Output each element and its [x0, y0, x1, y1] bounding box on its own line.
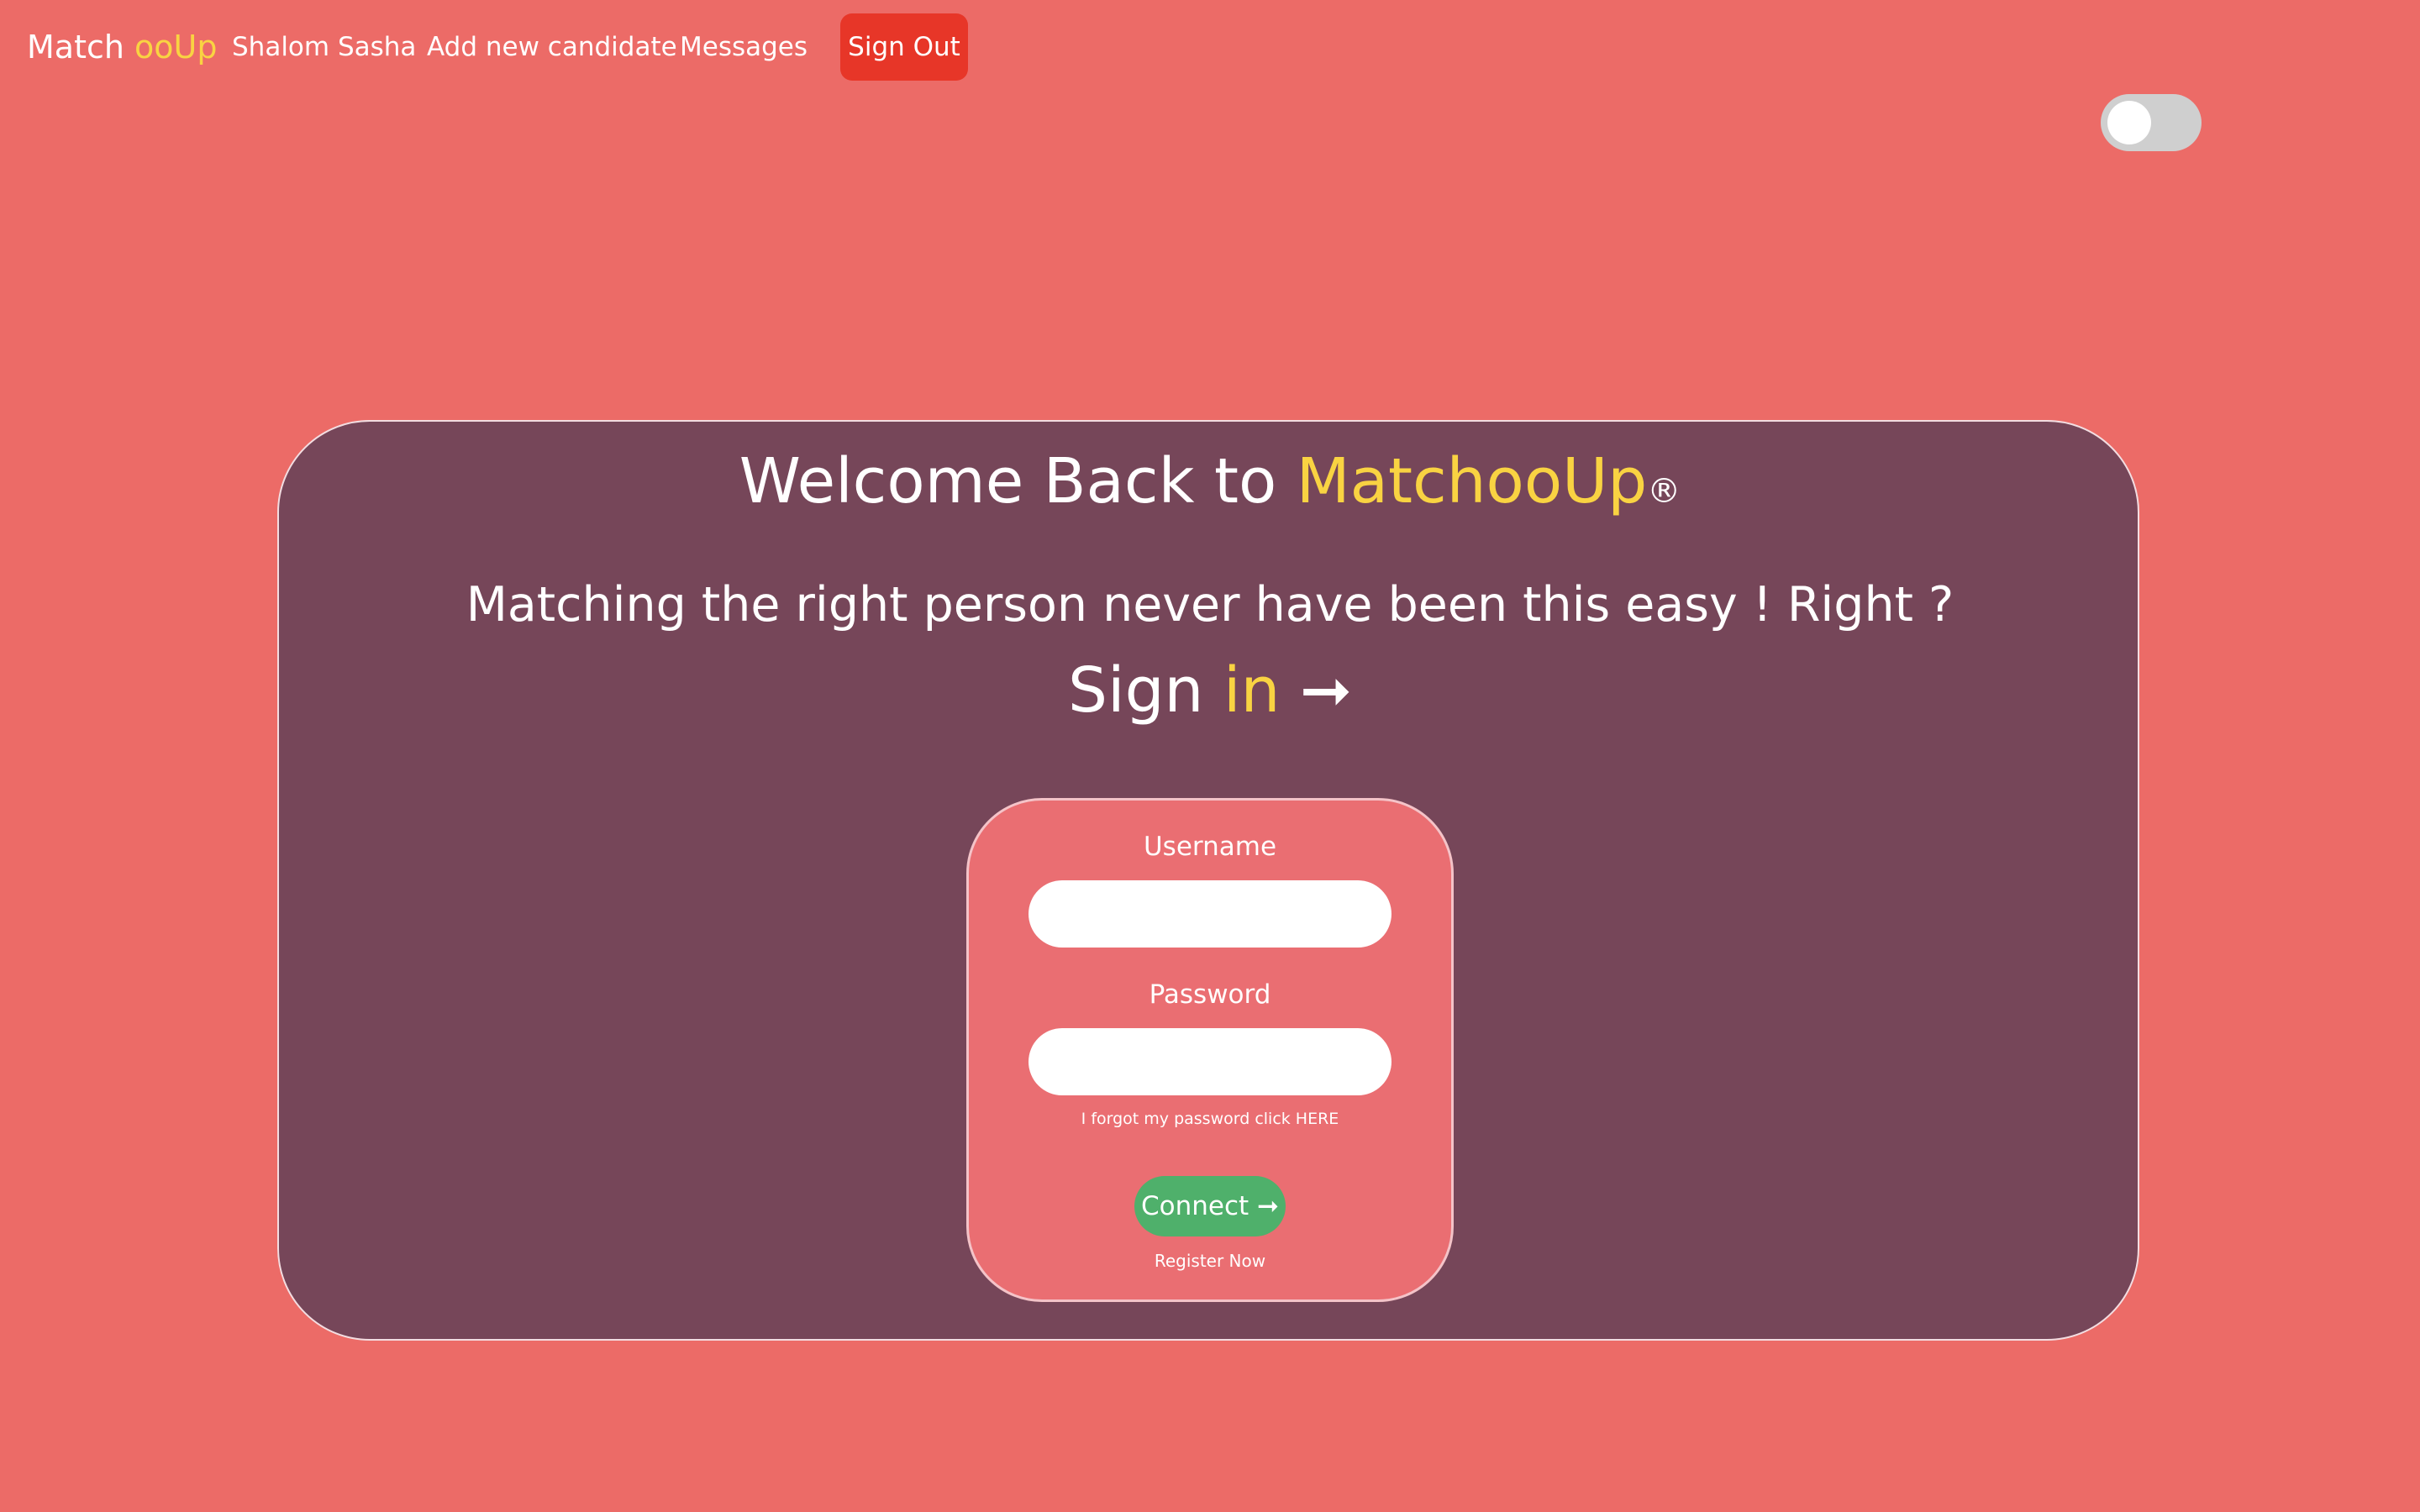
password-label: Password: [1149, 979, 1271, 1010]
forgot-password-link[interactable]: I forgot my password click HERE: [966, 1104, 1454, 1134]
arrow-right-icon: ➞: [1280, 654, 1352, 727]
connect-button[interactable]: Connect ➞: [1134, 1176, 1286, 1236]
brand-prefix: Match: [27, 29, 135, 66]
brand-logo[interactable]: Match ooUp: [27, 25, 217, 69]
nav-link-profile[interactable]: Shalom Sasha: [232, 25, 416, 69]
theme-toggle-switch[interactable]: [2101, 94, 2202, 151]
brand-accent: ooUp: [134, 29, 218, 66]
sign-in-accent: in: [1223, 654, 1281, 727]
register-now-link[interactable]: Register Now: [966, 1245, 1454, 1277]
username-input[interactable]: [1028, 880, 1392, 948]
sign-in-prefix: Sign: [1068, 654, 1223, 727]
welcome-brand: MatchooUp: [1296, 445, 1648, 517]
tagline: Matching the right person never have bee…: [466, 577, 1954, 633]
top-navbar: Match ooUp Shalom Sasha Add new candidat…: [0, 0, 2420, 94]
sign-in-heading: Sign in ➞: [0, 652, 2420, 729]
registered-mark: ®: [1647, 472, 1681, 511]
password-input[interactable]: [1028, 1028, 1392, 1095]
nav-link-messages[interactable]: Messages: [680, 25, 808, 69]
toggle-knob: [2107, 101, 2151, 144]
welcome-prefix: Welcome Back to: [739, 445, 1297, 517]
username-label: Username: [1143, 832, 1277, 862]
nav-link-add-candidate[interactable]: Add new candidate: [427, 25, 677, 69]
welcome-heading: Welcome Back to MatchooUp®: [0, 444, 2420, 529]
sign-out-button[interactable]: Sign Out: [840, 13, 968, 81]
